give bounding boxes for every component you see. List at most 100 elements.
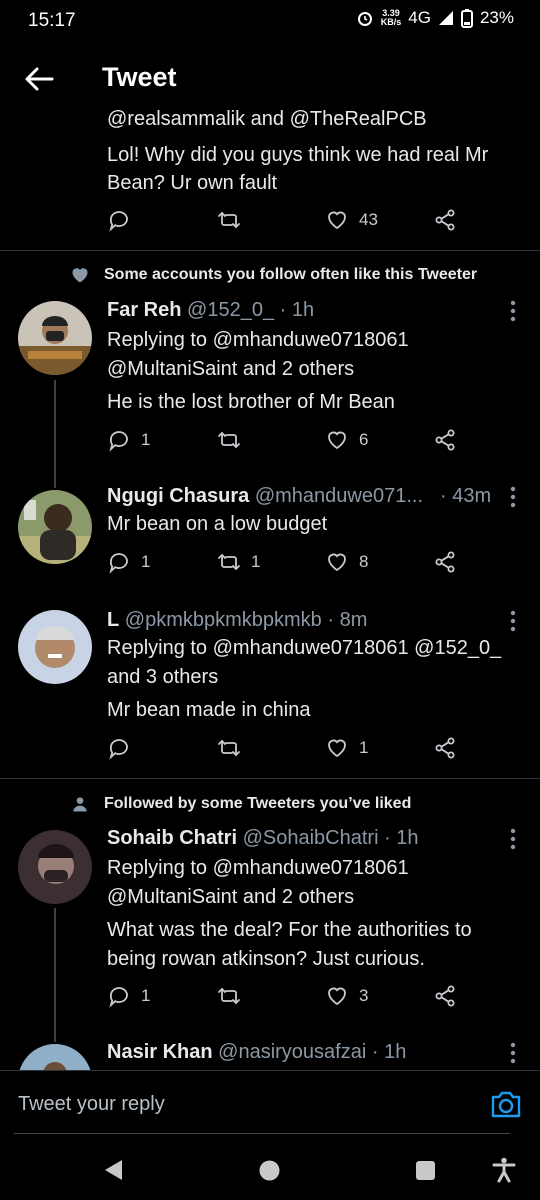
more-vertical-icon[interactable]	[510, 486, 516, 508]
timestamp: · 1h	[384, 827, 419, 849]
like-button[interactable]: 43	[325, 208, 378, 232]
net-speed-unit: KB/s	[380, 17, 402, 27]
more-vertical-icon[interactable]	[510, 300, 516, 322]
retweet-button[interactable]: 1	[217, 550, 260, 574]
reply-icon	[107, 428, 131, 452]
app-header: Tweet	[0, 48, 540, 110]
tweet-actions: 43	[107, 208, 467, 238]
reply-text: He is the lost brother of Mr Bean	[107, 391, 395, 413]
retweet-button[interactable]	[217, 984, 241, 1008]
social-context-text: Followed by some Tweeters you’ve liked	[104, 795, 412, 812]
recents-nav-icon[interactable]	[415, 1160, 436, 1181]
tweet-text-line: Lol! Why did you guys think we had real …	[107, 144, 489, 166]
back-nav-icon[interactable]	[102, 1158, 124, 1182]
reply-composer[interactable]: Tweet your reply	[0, 1070, 540, 1135]
more-vertical-icon[interactable]	[510, 1042, 516, 1064]
user-handle: @152_0_	[187, 299, 275, 321]
share-button[interactable]	[433, 984, 457, 1008]
reply-button[interactable]: 1	[107, 984, 150, 1008]
retweet-button[interactable]	[217, 736, 241, 760]
display-name[interactable]: Nasir Khan	[107, 1041, 213, 1063]
retweet-icon	[217, 984, 241, 1008]
retweet-count: 1	[251, 552, 261, 571]
reply-count: 1	[141, 552, 151, 571]
replies-feed[interactable]: @realsammalik and @TheRealPCB Lol! Why d…	[0, 110, 540, 1070]
heart-icon	[325, 984, 349, 1008]
reply-button[interactable]	[107, 736, 131, 760]
reply-header: Nasir Khan @nasiryousafzai · 1h	[107, 1038, 406, 1067]
reply-icon	[107, 550, 131, 574]
share-button[interactable]	[433, 428, 457, 452]
reply-icon	[107, 984, 131, 1008]
thread-line	[54, 908, 56, 1042]
battery-percent: 23%	[479, 8, 514, 27]
reply-button[interactable]: 1	[107, 428, 150, 452]
avatar[interactable]	[18, 301, 92, 375]
replying-to: and 3 others	[107, 666, 219, 688]
timestamp: · 1h	[279, 299, 315, 321]
reply-icon	[107, 736, 131, 760]
display-name[interactable]: Ngugi Chasura	[107, 485, 249, 507]
reply-header: Sohaib Chatri @SohaibChatri · 1h	[107, 824, 419, 853]
like-count: 43	[359, 210, 378, 229]
retweet-button[interactable]	[217, 428, 241, 452]
user-handle: @nasiryousafzai	[218, 1041, 367, 1063]
reply-icon	[107, 208, 131, 232]
timestamp: · 43m	[440, 485, 492, 507]
accessibility-icon[interactable]	[492, 1157, 516, 1183]
divider	[0, 778, 540, 779]
retweet-button[interactable]	[217, 208, 241, 232]
network-speed: 3.39 KB/s	[381, 9, 402, 27]
reply-header: Far Reh @152_0_ · 1h	[107, 296, 314, 325]
retweet-icon	[217, 736, 241, 760]
replying-to: Replying to @mhanduwe0718061 @152_0_	[107, 637, 502, 659]
thread-line	[54, 380, 56, 488]
share-button[interactable]	[433, 550, 457, 574]
battery-icon	[460, 8, 473, 28]
display-name[interactable]: Far Reh	[107, 299, 181, 321]
reply-count: 1	[141, 430, 151, 449]
divider	[14, 1133, 510, 1134]
avatar[interactable]	[18, 1044, 92, 1070]
reply-button[interactable]: 1	[107, 550, 150, 574]
share-button[interactable]	[433, 208, 457, 232]
camera-icon[interactable]	[490, 1089, 522, 1119]
like-button[interactable]: 1	[325, 736, 368, 760]
timestamp: · 1h	[371, 1041, 407, 1063]
heart-icon	[325, 428, 349, 452]
avatar[interactable]	[18, 610, 92, 684]
alarm-icon	[357, 12, 372, 26]
retweet-icon	[217, 428, 241, 452]
display-name[interactable]: L	[107, 609, 119, 631]
system-nav-bar	[0, 1140, 540, 1200]
more-vertical-icon[interactable]	[510, 610, 516, 632]
more-vertical-icon[interactable]	[510, 828, 516, 850]
user-handle: @pkmkbpkmkbpkmkb	[124, 609, 322, 631]
reply-button[interactable]	[107, 208, 131, 232]
social-context: Some accounts you follow often like this…	[70, 265, 477, 285]
reply-header: Ngugi Chasura @mhanduwe071...	[107, 482, 423, 511]
like-button[interactable]: 8	[325, 550, 368, 574]
tweet-actions: 1 6	[107, 428, 467, 458]
like-button[interactable]: 3	[325, 984, 368, 1008]
reply-input[interactable]: Tweet your reply	[18, 1093, 165, 1116]
tweet-text-line: Bean? Ur own fault	[107, 172, 278, 194]
network-type: 4G	[408, 8, 431, 27]
share-icon	[433, 984, 457, 1008]
arrow-left-icon[interactable]	[22, 62, 56, 96]
replying-to: @MultaniSaint and 2 others	[107, 886, 355, 908]
user-handle: @SohaibChatri	[242, 827, 379, 849]
reply-header: L @pkmkbpkmkbpkmkb · 8m	[107, 606, 367, 635]
avatar[interactable]	[18, 830, 92, 904]
timestamp: · 8m	[327, 609, 368, 631]
home-nav-icon[interactable]	[259, 1160, 280, 1181]
retweet-icon	[217, 208, 241, 232]
like-count: 8	[359, 552, 369, 571]
reply-count: 1	[141, 986, 151, 1005]
avatar[interactable]	[18, 490, 92, 564]
display-name[interactable]: Sohaib Chatri	[107, 827, 237, 849]
share-button[interactable]	[433, 736, 457, 760]
share-icon	[433, 428, 457, 452]
like-button[interactable]: 6	[325, 428, 368, 452]
share-icon	[433, 208, 457, 232]
